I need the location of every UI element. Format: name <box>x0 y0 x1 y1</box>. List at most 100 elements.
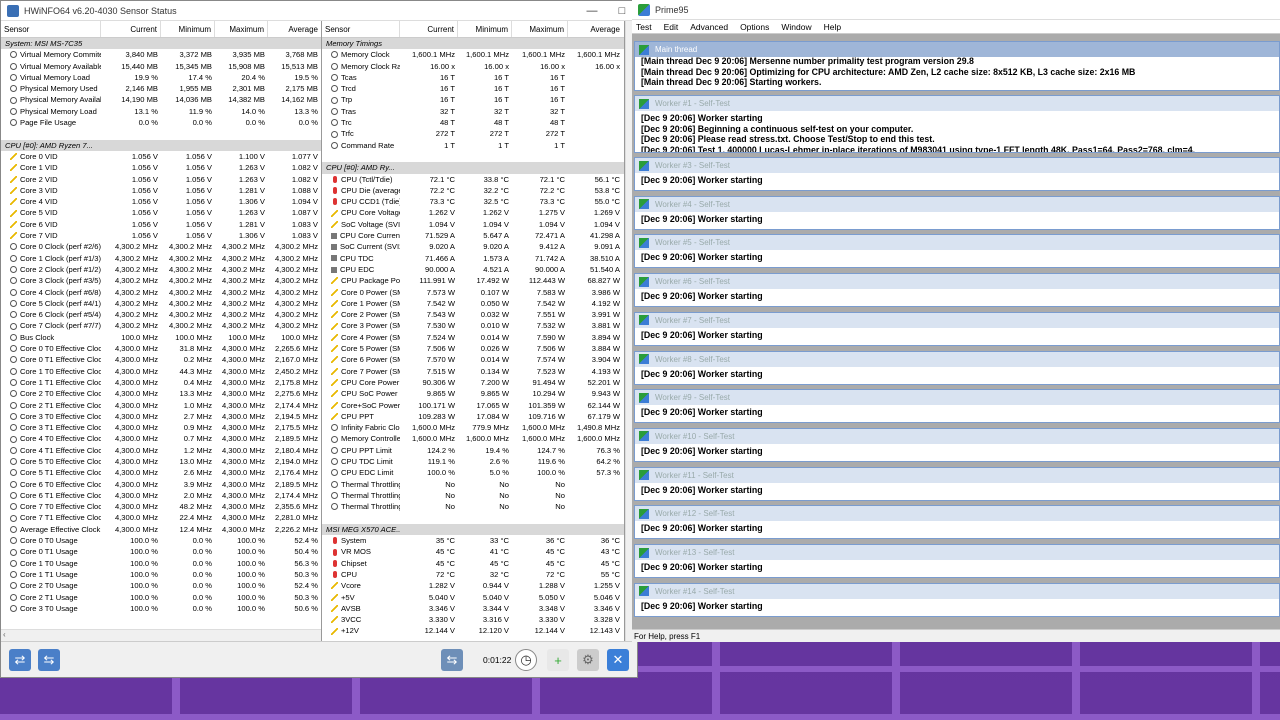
col-minimum[interactable]: Minimum <box>458 21 512 37</box>
sensor-row[interactable]: Bus Clock 100.0 MHz 100.0 MHz 100.0 MHz 100.… <box>1 332 321 343</box>
sensor-row[interactable]: Infinity Fabric Clock... 1,600.0 MHz 779.9… <box>322 422 624 433</box>
sensor-row[interactable]: Core 0 Clock (perf #2/6) 4,300.2 MHz 4,300… <box>1 241 321 252</box>
sensor-row[interactable]: Core 1 T1 Usage 100.0 % 0.0 % 100.0 % 50.3 % <box>1 569 321 580</box>
sensor-row[interactable]: CPU PPT 109.283 W 17.084 W 109.716 W 67.179 … <box>322 411 624 422</box>
worker-window[interactable]: Worker #13 - Self-Test [Dec 9 20:06] Work… <box>634 544 1280 578</box>
sensor-row[interactable]: Physical Memory Load 13.1 % 11.9 % 14.0 % 13… <box>1 106 321 117</box>
sensor-row[interactable]: Core 3 Clock (perf #3/5) 4,300.2 MHz 4,300… <box>1 275 321 286</box>
sensor-row[interactable]: Core+SoC Power (... 100.171 W 17.065 W 101.… <box>322 400 624 411</box>
sensor-row[interactable]: Thermal Throttling (... No No No <box>322 501 624 512</box>
sensor-row[interactable]: Trc 48 T 48 T 48 T <box>322 117 624 128</box>
sensor-row[interactable]: CPU Core Voltage (... 1.262 V 1.262 V 1.275… <box>322 207 624 218</box>
sensor-row[interactable]: CPU Package Powe... 111.991 W 17.492 W 112.… <box>322 275 624 286</box>
sensor-group-header[interactable]: MSI MEG X570 ACE... <box>322 523 624 536</box>
sensor-row[interactable]: Core 3 T0 Usage 100.0 % 0.0 % 100.0 % 50.6 % <box>1 603 321 614</box>
sensor-row[interactable]: Core 4 T0 Effective Clock 4,300.0 MHz 0.7 … <box>1 433 321 444</box>
sensor-row[interactable]: Trfc 272 T 272 T 272 T <box>322 128 624 139</box>
add-report-icon[interactable]: + <box>547 649 569 671</box>
sensor-row[interactable]: CPU EDC Limit 100.0 % 5.0 % 100.0 % 57.3 % <box>322 467 624 478</box>
sensor-row[interactable]: Core 5 T1 Effective Clock 4,300.0 MHz 2.6 … <box>1 467 321 478</box>
sensor-row[interactable]: Physical Memory Used 2,146 MB 1,955 MB 2,30… <box>1 83 321 94</box>
menu-edit[interactable]: Edit <box>664 20 679 33</box>
sensor-row[interactable]: AVSB 3.346 V 3.344 V 3.348 V 3.346 V <box>322 603 624 614</box>
sensor-row[interactable]: Core 7 T1 Effective Clock 4,300.0 MHz 22.4… <box>1 512 321 523</box>
sensor-row[interactable]: Memory Clock Ratio 16.00 x 16.00 x 16.00 x 1… <box>322 61 624 72</box>
worker-window[interactable]: Worker #4 - Self-Test [Dec 9 20:06] Worke… <box>634 195 1280 230</box>
col-maximum[interactable]: Maximum <box>215 21 268 37</box>
network-icon[interactable]: ⇆ <box>441 649 463 671</box>
sensor-row[interactable]: Core 2 VID 1.056 V 1.056 V 1.263 V 1.082 V <box>1 174 321 185</box>
sensor-row[interactable]: CPU CCD1 (Tdie) 73.3 °C 32.5 °C 73.3 °C 55.0… <box>322 196 624 207</box>
prime95-titlebar[interactable]: Prime95 <box>632 0 1280 20</box>
col-average[interactable]: Average <box>568 21 623 37</box>
sensor-row[interactable]: CPU 72 °C 32 °C 72 °C 55 °C <box>322 569 624 580</box>
sensor-row[interactable]: Trp 16 T 16 T 16 T <box>322 94 624 105</box>
worker-titlebar[interactable]: Worker #13 - Self-Test <box>635 545 1279 560</box>
worker-1-titlebar[interactable]: Worker #1 - Self-Test <box>635 96 1279 111</box>
worker-window[interactable]: Worker #14 - Self-Test [Dec 9 20:06] Work… <box>634 582 1280 617</box>
sensor-group-header[interactable]: Memory Timings <box>322 38 624 50</box>
worker-titlebar[interactable]: Worker #8 - Self-Test <box>635 351 1279 367</box>
sensor-row[interactable]: Core 1 T0 Effective Clock 4,300.0 MHz 44.3… <box>1 366 321 377</box>
worker-titlebar[interactable]: Worker #10 - Self-Test <box>635 428 1279 444</box>
worker-titlebar[interactable]: Worker #3 - Self-Test <box>635 158 1279 173</box>
sensor-row[interactable]: Core 1 Clock (perf #1/3) 4,300.2 MHz 4,300… <box>1 253 321 264</box>
sensor-row[interactable]: Core 3 T1 Effective Clock 4,300.0 MHz 0.9 … <box>1 422 321 433</box>
worker-window[interactable]: Worker #11 - Self-Test [Dec 9 20:06] Work… <box>634 466 1280 501</box>
sensor-row[interactable]: Core 2 T1 Effective Clock 4,300.0 MHz 1.0 … <box>1 400 321 411</box>
sensor-row[interactable]: Core 3 Power (SMU) 7.530 W 0.010 W 7.532 W 3… <box>322 320 624 331</box>
col-current[interactable]: Current <box>101 21 161 37</box>
worker-window[interactable]: Worker #3 - Self-Test [Dec 9 20:06] Worke… <box>634 157 1280 191</box>
sensor-row[interactable]: Virtual Memory Available 15,440 MB 15,345 … <box>1 61 321 72</box>
worker-titlebar[interactable]: Worker #4 - Self-Test <box>635 196 1279 212</box>
sensor-pane-left[interactable]: Sensor Current Minimum Maximum Average S… <box>1 21 322 641</box>
menu-window[interactable]: Window <box>781 20 811 33</box>
sensor-row[interactable]: +12V 12.144 V 12.120 V 12.144 V 12.143 V <box>322 625 624 636</box>
nav-right-icon[interactable]: ⇆ <box>38 649 60 671</box>
sensor-row[interactable]: Core 5 Power (SMU) 7.506 W 0.026 W 7.506 W 3… <box>322 343 624 354</box>
sensor-row[interactable]: Physical Memory Available 14,190 MB 14,036… <box>1 94 321 105</box>
worker-titlebar[interactable]: Worker #5 - Self-Test <box>635 235 1279 251</box>
sensor-row[interactable]: Core 2 Clock (perf #1/2) 4,300.2 MHz 4,300… <box>1 264 321 275</box>
sensor-row[interactable]: Command Rate 1 T 1 T 1 T <box>322 140 624 151</box>
sensor-group-header[interactable]: System: MSI MS-7C35 <box>1 38 321 50</box>
sensor-row[interactable]: Core 0 VID 1.056 V 1.056 V 1.100 V 1.077 V <box>1 151 321 162</box>
worker-titlebar[interactable]: Worker #14 - Self-Test <box>635 583 1279 599</box>
sensor-row[interactable]: CPU Core Power (S... 90.306 W 7.200 W 91.49… <box>322 377 624 388</box>
sensor-row[interactable]: Core 0 T0 Usage 100.0 % 0.0 % 100.0 % 52.4 % <box>1 535 321 546</box>
sensor-row[interactable]: Core 7 Clock (perf #7/7) 4,300.2 MHz 4,300… <box>1 320 321 331</box>
col-minimum[interactable]: Minimum <box>161 21 215 37</box>
sensor-row[interactable]: Core 6 Power (SMU) 7.570 W 0.014 W 7.574 W 3… <box>322 354 624 365</box>
sensor-row[interactable]: CPU SoC Power (SV... 9.865 W 9.865 W 10.294… <box>322 388 624 399</box>
sensor-row[interactable]: Core 4 VID 1.056 V 1.056 V 1.306 V 1.094 V <box>1 196 321 207</box>
sensor-row[interactable]: CPU TDC Limit 119.1 % 2.6 % 119.6 % 64.2 % <box>322 456 624 467</box>
sensor-row[interactable]: Core 0 T0 Effective Clock 4,300.0 MHz 31.8… <box>1 343 321 354</box>
sensor-row[interactable]: Core 6 T0 Effective Clock 4,300.0 MHz 3.9 … <box>1 479 321 490</box>
clock-icon[interactable]: ◷ <box>515 649 537 671</box>
worker-titlebar[interactable]: Worker #7 - Self-Test <box>635 312 1279 328</box>
main-thread-window[interactable]: Main thread [Main thread Dec 9 20:06] Me… <box>634 41 1280 91</box>
sensor-row[interactable]: Core 6 Clock (perf #5/4) 4,300.2 MHz 4,300… <box>1 309 321 320</box>
sensor-row[interactable]: Core 6 VID 1.056 V 1.056 V 1.281 V 1.083 V <box>1 219 321 230</box>
sensor-row[interactable]: Core 1 Power (SMU) 7.542 W 0.050 W 7.542 W 4… <box>322 298 624 309</box>
sensor-group-header[interactable]: CPU [#0]: AMD Ry... <box>322 162 624 174</box>
sensor-row[interactable]: System 35 °C 33 °C 36 °C 36 °C <box>322 535 624 546</box>
worker-titlebar[interactable]: Worker #11 - Self-Test <box>635 467 1279 483</box>
worker-window[interactable]: Worker #7 - Self-Test [Dec 9 20:06] Worke… <box>634 311 1280 346</box>
sensor-pane-right[interactable]: Sensor Current Minimum Maximum Average M… <box>322 21 625 641</box>
sensor-row[interactable]: CPU PPT Limit 124.2 % 19.4 % 124.7 % 76.3 % <box>322 445 624 456</box>
sensor-row[interactable]: Thermal Throttling (... No No No <box>322 479 624 490</box>
sensor-row[interactable]: Core 7 Power (SMU) 7.515 W 0.134 W 7.523 W 4… <box>322 366 624 377</box>
sensor-row[interactable]: Vcore 1.282 V 0.944 V 1.288 V 1.255 V <box>322 580 624 591</box>
worker-window[interactable]: Worker #9 - Self-Test [Dec 9 20:06] Worke… <box>634 389 1280 424</box>
worker-window[interactable]: Worker #8 - Self-Test [Dec 9 20:06] Worke… <box>634 350 1280 385</box>
col-current[interactable]: Current <box>400 21 458 37</box>
hwinfo-titlebar[interactable]: HWiNFO64 v6.20-4030 Sensor Status — □ <box>1 1 637 21</box>
sensor-row[interactable]: Memory Clock 1,600.1 MHz 1,600.1 MHz 1,600.… <box>322 49 624 60</box>
sensor-row[interactable]: Core 4 Clock (perf #6/8) 4,300.2 MHz 4,300… <box>1 287 321 298</box>
sensor-row[interactable]: 3VCC 3.330 V 3.316 V 3.330 V 3.328 V <box>322 614 624 625</box>
sensor-row[interactable]: Core 0 T1 Effective Clock 4,300.0 MHz 0.2 … <box>1 354 321 365</box>
sensor-row[interactable]: Core 7 VID 1.056 V 1.056 V 1.306 V 1.083 V <box>1 230 321 241</box>
column-header[interactable]: Sensor Current Minimum Maximum Average <box>1 21 321 38</box>
sensor-group-header[interactable]: CPU [#0]: AMD Ryzen 7... <box>1 139 321 151</box>
